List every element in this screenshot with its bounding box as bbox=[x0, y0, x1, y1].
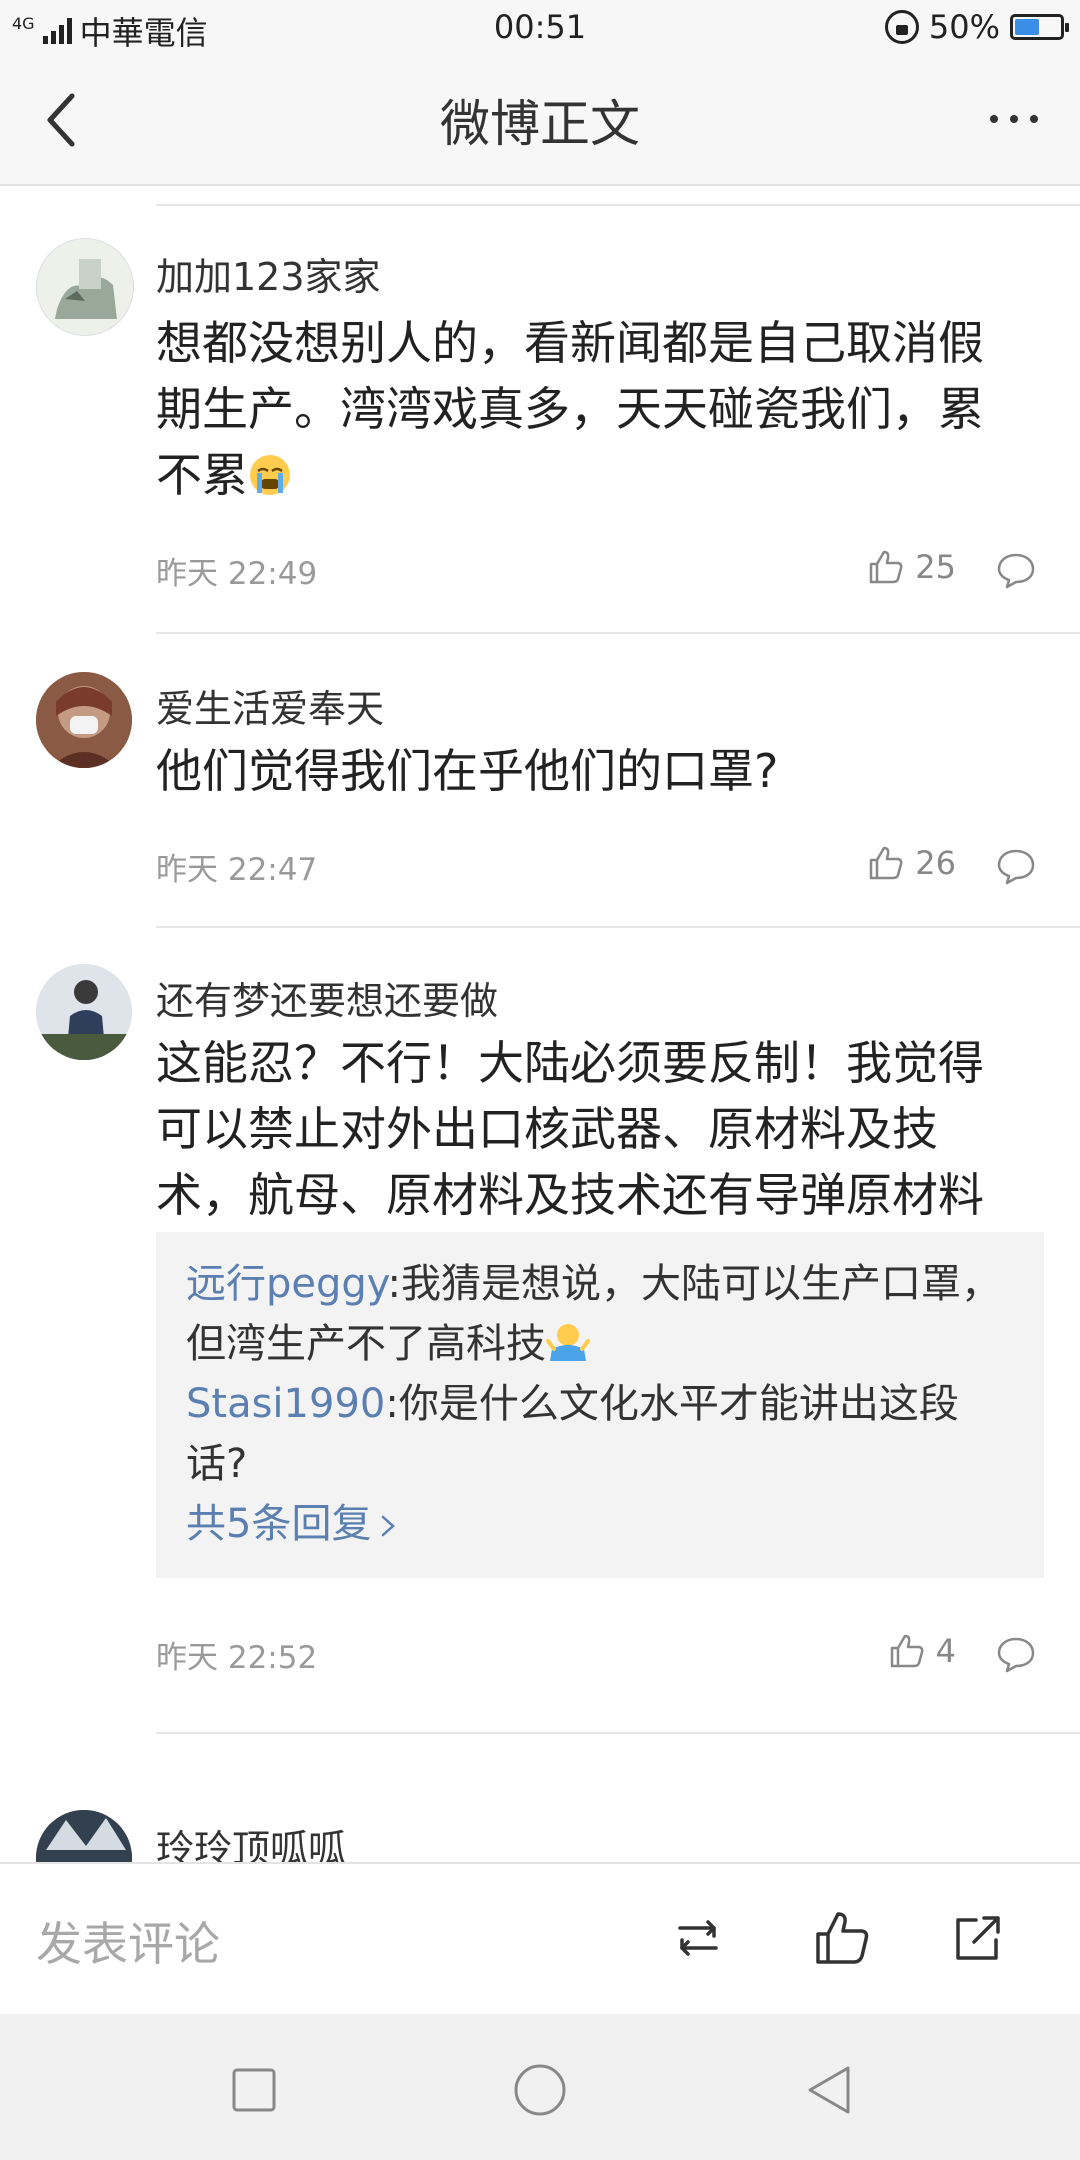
status-right: 50% bbox=[884, 8, 1069, 46]
like-button[interactable]: 4 bbox=[888, 1632, 956, 1670]
chevron-right-icon bbox=[382, 1515, 396, 1537]
nav-bar: 微博正文 bbox=[0, 54, 1080, 186]
comment-item: 玲玲顶呱呱 bbox=[0, 1734, 1080, 1862]
like-button[interactable]: 25 bbox=[867, 548, 956, 586]
like-count: 26 bbox=[915, 844, 956, 882]
reply-username[interactable]: Stasi1990 bbox=[186, 1381, 385, 1427]
comment-username[interactable]: 还有梦还要想还要做 bbox=[156, 970, 498, 1025]
triangle-back-icon[interactable] bbox=[802, 2062, 858, 2118]
replies-count-label: 共5条回复 bbox=[186, 1501, 372, 1547]
reply-item: 远行peggy:我猜是想说，大陆可以生产口罩，但湾生产不了高科技 bbox=[186, 1254, 1014, 1374]
comment-bubble-icon bbox=[997, 553, 1035, 589]
thumbs-up-icon[interactable] bbox=[810, 1906, 874, 1970]
avatar[interactable] bbox=[36, 672, 132, 768]
reply-username[interactable]: 远行peggy bbox=[186, 1261, 388, 1307]
action-bar: 发表评论 bbox=[0, 1862, 1080, 2016]
like-count: 25 bbox=[915, 548, 956, 586]
comment-username[interactable]: 加加123家家 bbox=[156, 246, 381, 301]
comment-item: 爱生活爱奉天 他们觉得我们在乎他们的口罩? 昨天 22:47 26 bbox=[0, 634, 1080, 928]
reply-preview[interactable]: 远行peggy:我猜是想说，大陆可以生产口罩，但湾生产不了高科技 Stasi19… bbox=[156, 1232, 1044, 1578]
battery-icon bbox=[1010, 14, 1069, 40]
square-icon[interactable] bbox=[226, 2062, 282, 2118]
repost-icon[interactable] bbox=[666, 1906, 730, 1970]
status-bar: 4G 中華電信 00:51 50% bbox=[0, 0, 1080, 54]
comment-time: 昨天 22:47 bbox=[156, 852, 318, 888]
comment-input[interactable]: 发表评论 bbox=[36, 1908, 220, 1974]
comment-username[interactable]: 玲玲顶呱呱 bbox=[156, 1818, 346, 1862]
circle-icon[interactable] bbox=[512, 2062, 568, 2118]
share-icon[interactable] bbox=[946, 1906, 1010, 1970]
thumbs-up-icon bbox=[870, 846, 903, 880]
comment-item: 加加123家家 想都没想别人的，看新闻都是自己取消假期生产。湾湾戏真多，天天碰瓷… bbox=[0, 186, 1080, 634]
battery-percent: 50% bbox=[928, 8, 1000, 46]
comment-username[interactable]: 爱生活爱奉天 bbox=[156, 678, 384, 733]
reply-button[interactable] bbox=[996, 846, 1036, 886]
reply-button[interactable] bbox=[996, 1634, 1036, 1674]
reply-item: Stasi1990:你是什么文化水平才能讲出这段话? bbox=[186, 1374, 1014, 1494]
system-nav-bar bbox=[0, 2014, 1080, 2160]
comment-feed[interactable]: 加加123家家 想都没想别人的，看新闻都是自己取消假期生产。湾湾戏真多，天天碰瓷… bbox=[0, 186, 1080, 1862]
comment-bubble-icon bbox=[997, 849, 1035, 885]
avatar[interactable] bbox=[36, 238, 134, 336]
comment-time: 昨天 22:49 bbox=[156, 556, 318, 592]
battery-level bbox=[1015, 19, 1039, 35]
comment-text: 想都没想别人的，看新闻都是自己取消假期生产。湾湾戏真多，天天碰瓷我们，累不累 bbox=[156, 310, 1026, 508]
crying-face-emoji bbox=[250, 455, 290, 495]
page-title: 微博正文 bbox=[440, 95, 640, 153]
shrug-emoji bbox=[546, 1324, 590, 1361]
like-button[interactable]: 26 bbox=[867, 844, 956, 882]
comment-item: 还有梦还要想还要做 这能忍？不行！大陆必须要反制！我觉得可以禁止对外出口核武器、… bbox=[0, 928, 1080, 1812]
thumbs-up-icon bbox=[890, 1634, 924, 1668]
like-count: 4 bbox=[935, 1632, 956, 1670]
avatar[interactable] bbox=[36, 1810, 132, 1862]
reply-button[interactable] bbox=[996, 550, 1036, 590]
thumbs-up-icon bbox=[870, 550, 903, 584]
comment-text: 他们觉得我们在乎他们的口罩? bbox=[156, 744, 779, 798]
view-all-replies-link[interactable]: 共5条回复 bbox=[186, 1494, 399, 1554]
more-horizontal-icon[interactable] bbox=[984, 94, 1044, 144]
comment-bubble-icon bbox=[997, 1637, 1035, 1673]
avatar[interactable] bbox=[36, 964, 132, 1060]
comment-time: 昨天 22:52 bbox=[156, 1640, 318, 1676]
rotation-lock-icon bbox=[884, 10, 919, 44]
